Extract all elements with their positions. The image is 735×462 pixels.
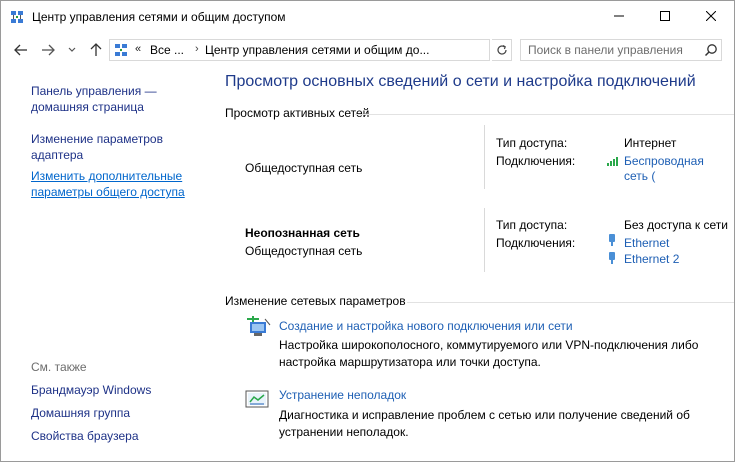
address-segment-current[interactable]: Центр управления сетями и общим до... [205, 43, 429, 57]
access-type-value: Без доступа к сети [624, 218, 728, 232]
title-bar: Центр управления сетями и общим доступом [1, 1, 734, 33]
new-connection-icon [247, 316, 271, 336]
refresh-icon [496, 44, 507, 55]
section-divider [407, 302, 734, 303]
control-panel-icon [115, 44, 127, 56]
arrow-right-icon [42, 44, 55, 56]
window: Центр управления сетями и общим доступом [0, 0, 735, 462]
setup-new-connection-link[interactable]: Создание и настройка нового подключения … [279, 319, 573, 333]
arrow-up-icon [90, 43, 102, 56]
network-type-link: Общедоступная сеть [245, 244, 363, 258]
access-type-value: Интернет [624, 136, 677, 150]
navigation-bar: « Все ... › Центр управления сетями и об… [1, 34, 734, 66]
up-button[interactable] [86, 40, 106, 60]
recent-locations-button[interactable] [65, 40, 79, 60]
address-bar[interactable]: « Все ... › Центр управления сетями и об… [109, 39, 585, 61]
close-button[interactable] [688, 1, 734, 31]
window-title: Центр управления сетями и общим доступом [32, 10, 286, 24]
link-label-line: Изменение параметров [31, 132, 163, 146]
maximize-icon [660, 11, 670, 21]
advanced-sharing-settings-link[interactable]: Изменить дополнительные параметры общего… [31, 168, 185, 200]
homegroup-link[interactable]: Домашняя группа [31, 405, 130, 421]
network-divider [484, 208, 485, 272]
troubleshoot-problems-link[interactable]: Устранение неполадок [279, 388, 406, 402]
minimize-button[interactable] [596, 1, 642, 31]
change-settings-heading: Изменение сетевых параметров [225, 294, 406, 308]
windows-firewall-link[interactable]: Брандмауэр Windows [31, 382, 151, 398]
chevron-right-icon[interactable]: › [195, 43, 199, 55]
left-pane: Панель управления — домашняя страница Из… [1, 67, 211, 461]
network-center-icon [11, 11, 23, 23]
wireless-connection-link-cont[interactable]: сеть ( [624, 169, 655, 183]
network-name: Неопознанная сеть [245, 226, 360, 240]
change-adapter-settings-link[interactable]: Изменение параметров адаптера [31, 131, 163, 163]
address-overflow-button[interactable]: « [135, 43, 141, 55]
link-label-line: адаптера [31, 148, 84, 162]
control-panel-home-link[interactable]: Панель управления — домашняя страница [31, 83, 157, 115]
maximize-button[interactable] [642, 1, 688, 31]
minimize-icon [614, 15, 624, 17]
troubleshoot-icon [245, 390, 269, 408]
access-type-label: Тип доступа: [496, 136, 568, 150]
connections-label: Подключения: [496, 236, 576, 250]
chevron-down-icon [68, 47, 76, 52]
active-networks-heading: Просмотр активных сетей [225, 106, 370, 120]
refresh-button[interactable] [492, 39, 512, 61]
link-label-line: параметры общего доступа [31, 185, 185, 199]
arrow-left-icon [14, 44, 27, 56]
ethernet-2-connection-link[interactable]: Ethernet 2 [624, 252, 679, 266]
troubleshoot-description: Диагностика и исправление проблем с сеть… [279, 408, 690, 439]
link-label-line: Панель управления — [31, 84, 157, 98]
link-label-line: Изменить дополнительные [31, 169, 183, 183]
ethernet-plug-icon [609, 234, 615, 246]
connections-label: Подключения: [496, 154, 576, 168]
network-divider [484, 125, 485, 189]
wireless-connection-link[interactable]: Беспроводная [624, 154, 704, 168]
back-button[interactable] [11, 40, 31, 60]
search-icon[interactable] [704, 43, 718, 57]
ethernet-connection-link[interactable]: Ethernet [624, 236, 669, 250]
forward-button[interactable] [38, 40, 58, 60]
see-also-heading: См. также [31, 360, 87, 374]
address-segment-root[interactable]: Все ... [150, 43, 184, 57]
main-content: Просмотр основных сведений о сети и наст… [211, 67, 734, 461]
link-label-line: домашняя страница [31, 100, 144, 114]
network-type-link: Общедоступная сеть [245, 161, 363, 175]
close-icon [706, 11, 716, 21]
page-title: Просмотр основных сведений о сети и наст… [225, 73, 696, 90]
wifi-signal-icon [607, 157, 618, 166]
search-box[interactable] [520, 39, 722, 61]
internet-options-link[interactable]: Свойства браузера [31, 428, 139, 444]
ethernet-plug-icon [609, 252, 615, 264]
search-input[interactable] [528, 42, 698, 58]
access-type-label: Тип доступа: [496, 218, 568, 232]
setup-new-connection-description: Настройка широкополосного, коммутируемог… [279, 338, 699, 369]
section-divider [355, 114, 734, 115]
